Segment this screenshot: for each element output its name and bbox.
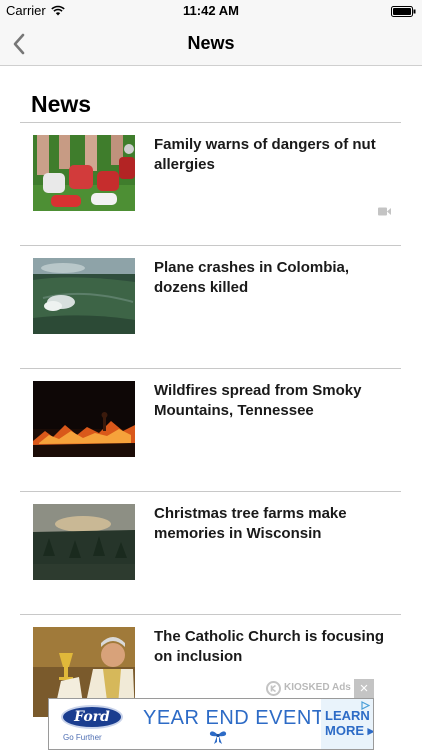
kiosked-logo-icon (266, 681, 281, 696)
status-bar: Carrier 11:42 AM (0, 0, 422, 22)
article-list: Family warns of dangers of nut allergies (20, 123, 401, 738)
navigation-bar: News (0, 22, 422, 66)
article-title: Wildfires spread from Smoky Mountains, T… (154, 382, 362, 419)
video-camera-icon (378, 207, 391, 216)
ad-label: KIOSKED Ads (284, 682, 351, 693)
ad-headline: YEAR END EVENT (143, 707, 325, 729)
ad-close-button[interactable]: × (354, 679, 374, 698)
status-time: 11:42 AM (183, 3, 239, 18)
cta-line-2: MORE ▸ (325, 723, 374, 738)
adchoices-icon[interactable] (361, 701, 370, 710)
section-heading: News (31, 91, 92, 117)
article-thumbnail (33, 381, 135, 457)
article-thumbnail (33, 504, 135, 580)
article-item[interactable]: Family warns of dangers of nut allergies (20, 123, 401, 246)
sneakers-on-grass-image (33, 135, 135, 211)
article-item[interactable]: Plane crashes in Colombia, dozens killed (20, 246, 401, 369)
article-title: The Catholic Church is focusing on inclu… (154, 628, 385, 665)
article-title: Plane crashes in Colombia, dozens killed (154, 259, 350, 296)
article-thumbnail (33, 135, 135, 211)
tree-farm-dusk-image (33, 504, 135, 580)
article-item[interactable]: Wildfires spread from Smoky Mountains, T… (20, 369, 401, 492)
ribbon-bow-icon (209, 731, 227, 744)
fire-at-night-image (33, 381, 135, 457)
nav-title: News (187, 33, 235, 53)
ford-logo: Ford (61, 705, 123, 729)
article-title: Christmas tree farms make memories in Wi… (154, 505, 347, 542)
article-item[interactable]: Christmas tree farms make memories in Wi… (20, 492, 401, 615)
article-thumbnail (33, 258, 135, 334)
jungle-aerial-view-image (33, 258, 135, 334)
ad-banner[interactable]: Ford Go Further YEAR END EVENT LEARN MOR… (48, 698, 374, 750)
article-title: Family warns of dangers of nut allergies (154, 136, 376, 173)
ad-tagline: Go Further (63, 733, 102, 742)
battery-icon (391, 6, 416, 17)
news-content: News Family warns of dangers of nut alle… (0, 67, 422, 750)
cta-line-1: LEARN (325, 708, 370, 723)
